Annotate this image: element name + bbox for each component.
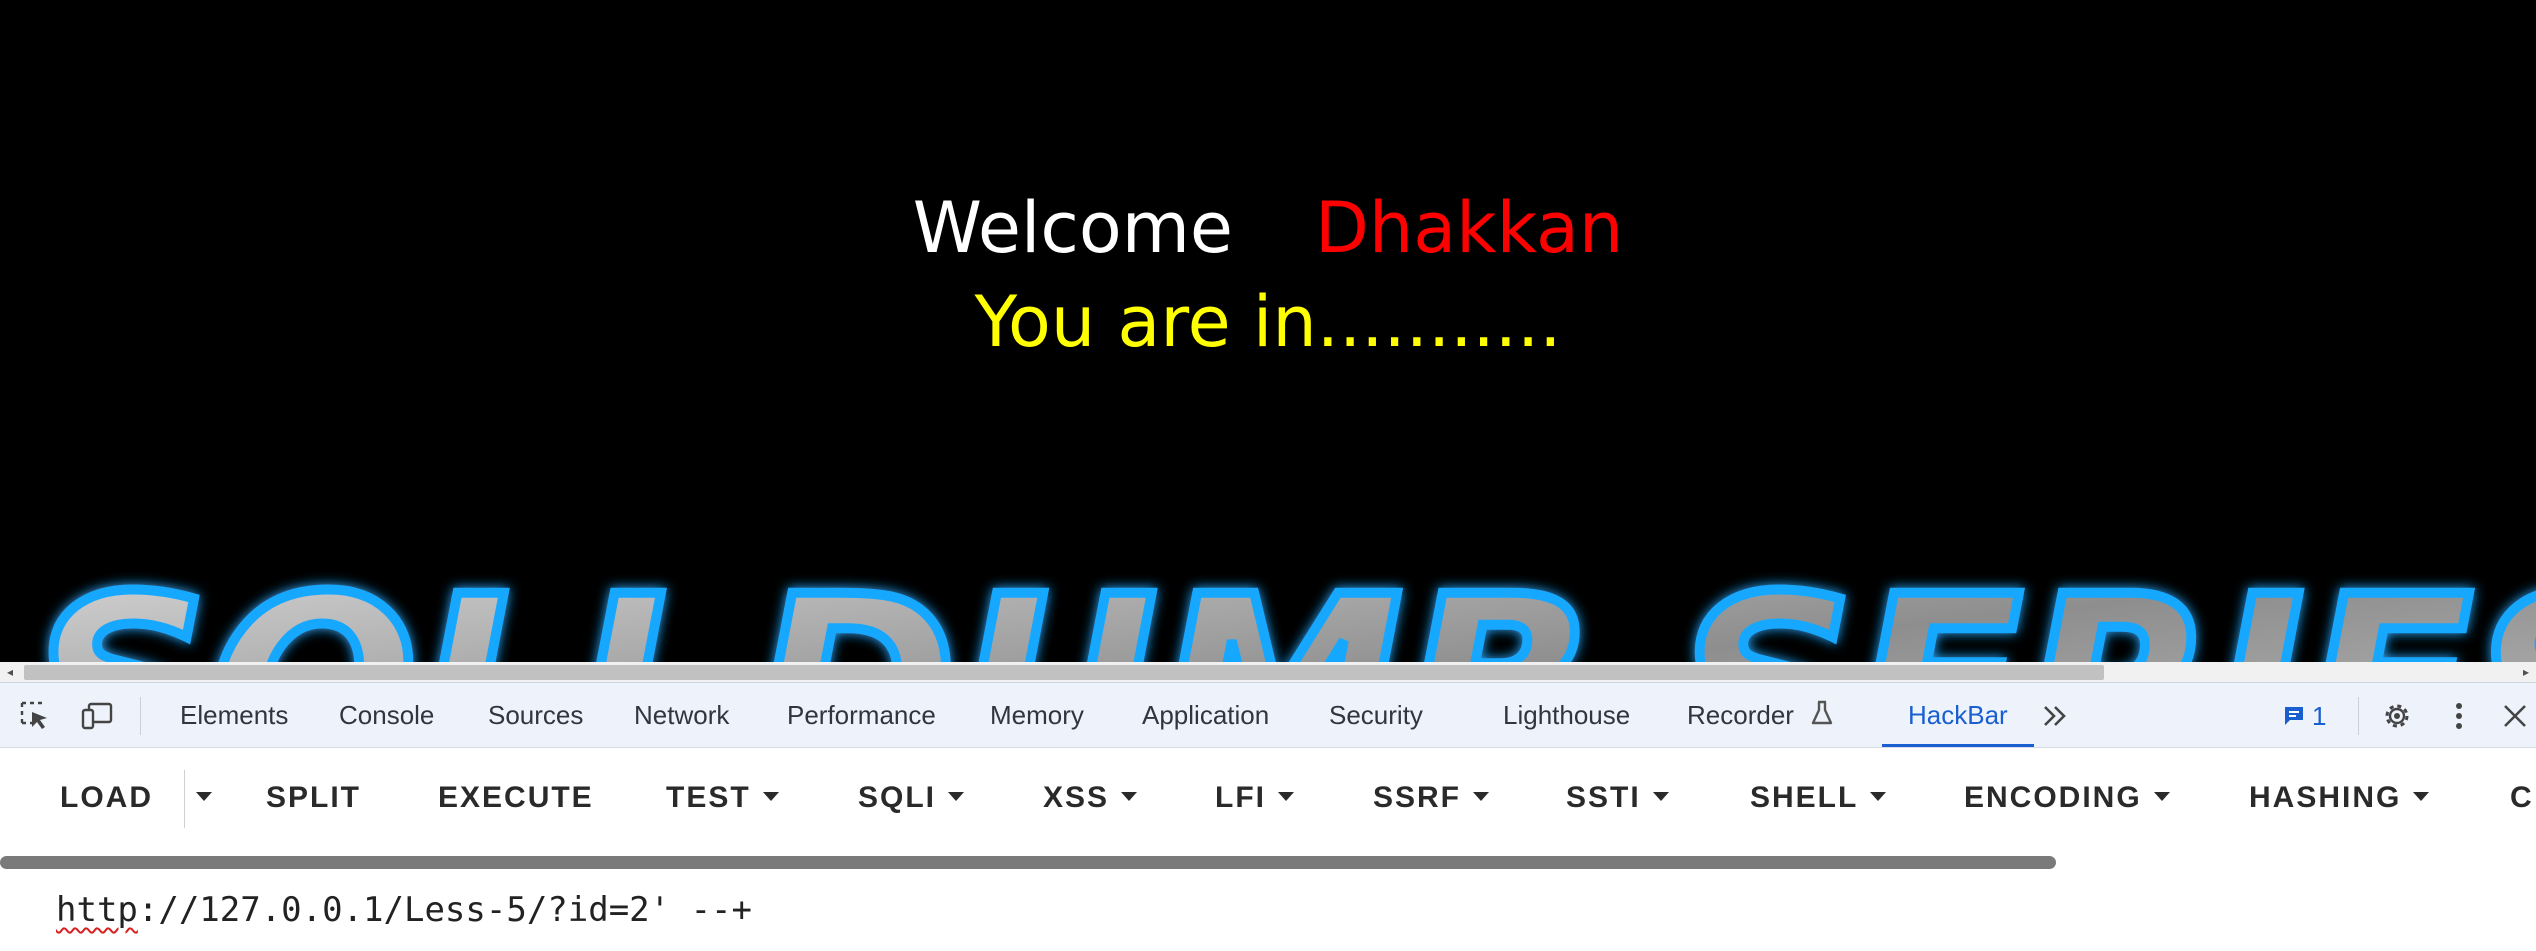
lfi-menu-button[interactable]: LFI — [1215, 776, 1294, 820]
chevron-down-icon — [1121, 791, 1138, 801]
tab-security[interactable]: Security — [1329, 683, 1423, 747]
issues-counter[interactable]: 1 — [2282, 701, 2326, 731]
welcome-text: Welcome — [912, 187, 1233, 269]
execute-button[interactable]: EXECUTE — [438, 776, 594, 820]
chevron-down-icon — [1473, 791, 1490, 801]
more-tabs-icon[interactable] — [2038, 701, 2072, 731]
chevron-down-icon — [1870, 791, 1887, 801]
scrollbar-thumb[interactable] — [24, 665, 2104, 680]
user-name-text: Dhakkan — [1314, 187, 1624, 269]
split-button[interactable]: SPLIT — [266, 776, 361, 820]
hackbar-toolbar: LOAD SPLIT EXECUTE TEST SQLI XSS LFI SSR… — [0, 748, 2536, 858]
test-menu-button[interactable]: TEST — [666, 776, 779, 820]
close-icon[interactable] — [2498, 701, 2532, 731]
encoding-menu-button[interactable]: ENCODING — [1964, 776, 2170, 820]
hashing-menu-button[interactable]: HASHING — [2249, 776, 2430, 820]
test-label: TEST — [666, 781, 751, 814]
url-value: http://127.0.0.1/Less-5/?id=2' --+ — [56, 890, 752, 930]
tab-hackbar[interactable]: HackBar — [1882, 683, 2034, 747]
hackbar-toolbar-scrollbar[interactable] — [0, 856, 2056, 869]
scroll-left-icon[interactable]: ◂ — [2, 664, 18, 680]
xss-menu-button[interactable]: XSS — [1043, 776, 1138, 820]
chevron-down-icon — [948, 791, 965, 801]
ssti-label: SSTI — [1566, 781, 1641, 814]
settings-icon[interactable] — [2380, 701, 2414, 731]
url-scheme: http — [56, 890, 138, 930]
hashing-label: HASHING — [2249, 781, 2402, 814]
ssrf-menu-button[interactable]: SSRF — [1373, 776, 1490, 820]
tab-recorder-label: Recorder — [1687, 700, 1794, 730]
truncated-menu-button[interactable]: C — [2510, 776, 2534, 820]
lfi-label: LFI — [1215, 781, 1266, 814]
ssrf-label: SSRF — [1373, 781, 1462, 814]
chevron-down-icon — [1652, 791, 1669, 801]
tab-recorder[interactable]: Recorder — [1687, 683, 1835, 747]
toolbar-divider — [184, 770, 185, 828]
sqli-menu-button[interactable]: SQLI — [858, 776, 965, 820]
page-horizontal-scrollbar[interactable]: ◂ ▸ — [0, 662, 2536, 682]
inspect-element-icon[interactable] — [18, 701, 52, 731]
devtools-tab-bar: Elements Console Sources Network Perform… — [0, 682, 2536, 748]
banner-text: SQLI DUMB SERIES — [30, 555, 2536, 664]
tab-memory[interactable]: Memory — [990, 683, 1084, 747]
sqli-label: SQLI — [858, 781, 937, 814]
chevron-down-icon — [1278, 791, 1294, 801]
shell-menu-button[interactable]: SHELL — [1750, 776, 1887, 820]
login-status-text: You are in........... — [974, 281, 1562, 363]
sqli-dumb-series-banner: SQLI DUMB SERIES — [0, 555, 2536, 664]
ssti-menu-button[interactable]: SSTI — [1566, 776, 1669, 820]
issues-count: 1 — [2312, 700, 2327, 731]
scroll-right-icon[interactable]: ▸ — [2518, 664, 2534, 680]
tab-performance[interactable]: Performance — [787, 683, 936, 747]
tab-network[interactable]: Network — [634, 683, 729, 747]
chevron-down-icon — [2413, 791, 2430, 801]
load-button[interactable]: LOAD — [60, 776, 153, 820]
tab-lighthouse[interactable]: Lighthouse — [1503, 683, 1630, 747]
device-toolbar-icon[interactable] — [80, 701, 114, 731]
page-viewport: Welcome Dhakkan You are in........... SQL… — [0, 0, 2536, 664]
url-rest: ://127.0.0.1/Less-5/?id=2' --+ — [137, 890, 752, 930]
encoding-label: ENCODING — [1964, 781, 2142, 814]
welcome-line: Welcome Dhakkan — [0, 178, 2536, 278]
chevron-down-icon — [196, 791, 212, 801]
load-dropdown-button[interactable] — [196, 776, 212, 820]
url-textarea[interactable]: http://127.0.0.1/Less-5/?id=2' --+ — [0, 870, 2536, 951]
tab-elements[interactable]: Elements — [180, 683, 288, 747]
kebab-menu-icon[interactable] — [2442, 701, 2476, 731]
tab-application[interactable]: Application — [1142, 683, 1269, 747]
shell-label: SHELL — [1750, 781, 1859, 814]
chevron-down-icon — [762, 791, 779, 801]
tab-sources[interactable]: Sources — [488, 683, 583, 747]
xss-label: XSS — [1043, 781, 1110, 814]
chevron-down-icon — [2153, 791, 2170, 801]
issues-icon — [2285, 707, 2303, 725]
tab-console[interactable]: Console — [339, 683, 434, 747]
flask-icon — [1811, 700, 1833, 725]
